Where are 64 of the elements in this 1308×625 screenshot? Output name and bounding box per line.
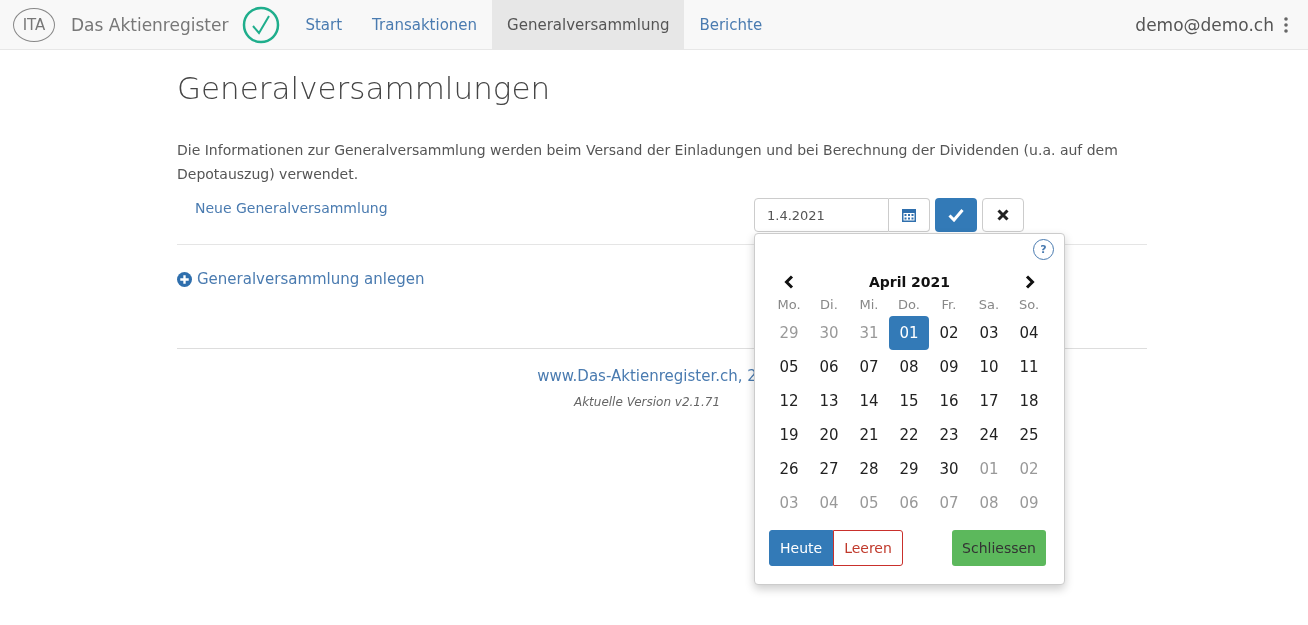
- nav-item[interactable]: Start: [290, 0, 358, 50]
- calendar-day[interactable]: 27: [809, 452, 849, 486]
- nav-item[interactable]: Transaktionen: [357, 0, 493, 50]
- calendar-button[interactable]: [889, 198, 930, 232]
- calendar-day[interactable]: 08: [889, 350, 929, 384]
- user-menu[interactable]: demo@demo.ch: [1135, 14, 1274, 35]
- cancel-button[interactable]: [982, 198, 1024, 232]
- weekday-label: Di.: [819, 296, 839, 314]
- calendar-day[interactable]: 03: [969, 316, 1009, 350]
- checkmark-circle-icon: [242, 5, 281, 44]
- new-meeting-label: Neue Generalversammlung: [194, 200, 389, 216]
- calendar-day[interactable]: 18: [1009, 384, 1049, 418]
- calendar-day[interactable]: 29: [889, 452, 929, 486]
- calendar-day[interactable]: 09: [929, 350, 969, 384]
- calendar-day[interactable]: 13: [809, 384, 849, 418]
- create-meeting-link[interactable]: Generalversammlung anlegen: [197, 270, 425, 288]
- calendar-day[interactable]: 10: [969, 350, 1009, 384]
- version-text: Aktuelle Version v2.1.71: [573, 395, 721, 409]
- confirm-button[interactable]: [935, 198, 977, 232]
- calendar-day[interactable]: 22: [889, 418, 929, 452]
- calendar-day[interactable]: 17: [969, 384, 1009, 418]
- calendar-day[interactable]: 30: [929, 452, 969, 486]
- calendar-day[interactable]: 14: [849, 384, 889, 418]
- month-title[interactable]: April 2021: [868, 274, 951, 290]
- calendar-day[interactable]: 26: [769, 452, 809, 486]
- calendar-day[interactable]: 11: [1009, 350, 1049, 384]
- calendar-day[interactable]: 15: [889, 384, 929, 418]
- close-button[interactable]: Schliessen: [952, 530, 1046, 566]
- calendar-day[interactable]: 02: [929, 316, 969, 350]
- calendar-day[interactable]: 12: [769, 384, 809, 418]
- calendar-day[interactable]: 01: [889, 316, 929, 350]
- calendar-day[interactable]: 28: [849, 452, 889, 486]
- calendar-day[interactable]: 25: [1009, 418, 1049, 452]
- next-month-icon[interactable]: [1024, 275, 1036, 289]
- calendar-day[interactable]: 07: [849, 350, 889, 384]
- intro-text: Die Informationen zur Generalversammlung werden beim Versand der Einladungen und bei Berechnung der Dividenden (u.a. auf dem Depotauszug) verwendet.: [177, 141, 1119, 184]
- weekday-label: So.: [1017, 296, 1041, 314]
- calendar-day[interactable]: 23: [929, 418, 969, 452]
- brand-name[interactable]: Das Aktienregister: [71, 14, 229, 35]
- weekday-label: Fr.: [940, 296, 958, 314]
- page-title: Generalversammlungen: [177, 70, 552, 106]
- calendar-day[interactable]: 20: [809, 418, 849, 452]
- calendar-day[interactable]: 04: [1009, 316, 1049, 350]
- weekday-label: Mi.: [858, 296, 880, 314]
- weekday-label: Do.: [897, 296, 921, 314]
- calendar-day[interactable]: 24: [969, 418, 1009, 452]
- calendar-day[interactable]: 06: [809, 350, 849, 384]
- checkmark-icon: [948, 208, 964, 222]
- clear-button[interactable]: Leeren: [833, 530, 903, 566]
- nav-item[interactable]: Generalversammlung: [492, 0, 685, 50]
- weekday-label: Mo.: [776, 296, 802, 314]
- more-icon[interactable]: [1284, 16, 1288, 33]
- today-button[interactable]: Heute: [769, 530, 834, 566]
- calendar-icon: [901, 207, 917, 223]
- date-input[interactable]: 1.4.2021: [754, 198, 889, 232]
- calendar-day[interactable]: 16: [929, 384, 969, 418]
- calendar-day[interactable]: 05: [769, 350, 809, 384]
- weekday-label: Sa.: [977, 296, 1001, 314]
- close-icon: [997, 209, 1009, 221]
- calendar-day[interactable]: 19: [769, 418, 809, 452]
- add-icon[interactable]: [177, 271, 192, 287]
- previous-month-icon[interactable]: [783, 275, 795, 289]
- nav-item[interactable]: Berichte: [684, 0, 778, 50]
- calendar-day[interactable]: 21: [849, 418, 889, 452]
